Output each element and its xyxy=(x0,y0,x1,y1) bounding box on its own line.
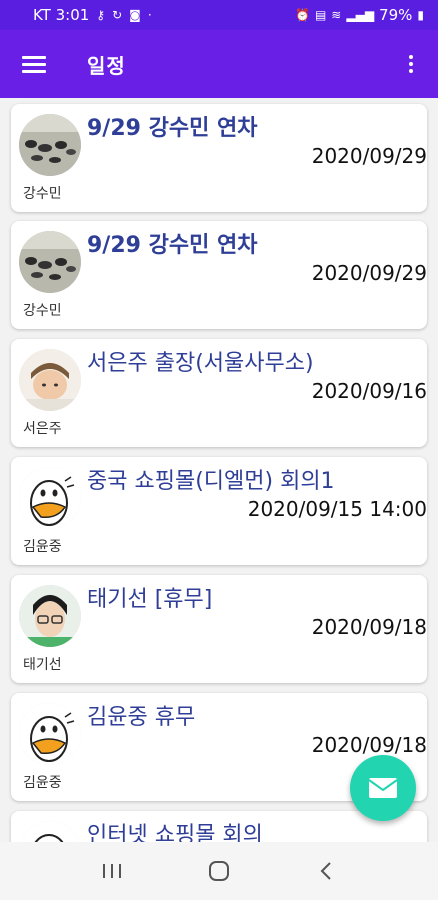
battery-icon: ▮ xyxy=(417,8,424,22)
recents-icon[interactable] xyxy=(92,851,132,891)
app-bar: 일정 xyxy=(0,30,438,98)
photo-avatar xyxy=(19,349,81,411)
schedule-date: 2020/09/18 xyxy=(311,733,427,757)
schedule-date: 2020/09/18 xyxy=(311,615,427,639)
battery-percent: 79% xyxy=(379,6,413,24)
author-name: 태기선 xyxy=(23,657,62,673)
author-name: 서은주 xyxy=(23,421,62,437)
key-icon: ⚷ xyxy=(96,8,106,22)
duck-avatar xyxy=(19,821,81,842)
author-name: 김윤중 xyxy=(23,539,62,555)
schedule-card[interactable]: 김윤중 중국 쇼핑몰(디엘먼) 회의1 2020/09/15 14:00 xyxy=(11,457,427,565)
author-name: 강수민 xyxy=(23,186,62,202)
chat-icon: ◙ xyxy=(129,8,141,22)
system-nav-bar xyxy=(0,842,438,900)
dot-icon: · xyxy=(147,8,152,22)
schedule-title: 서은주 출장(서울사무소) xyxy=(87,351,314,376)
page-title: 일정 xyxy=(87,53,126,78)
schedule-title: 인터넷 쇼핑몰 회의 xyxy=(87,823,263,842)
schedule-card[interactable]: 강수민 9/29 강수민 연차 2020/09/29 xyxy=(11,104,427,212)
carrier-time: KT 3:01 xyxy=(33,6,90,24)
photo-avatar xyxy=(19,231,81,293)
photo-avatar xyxy=(19,114,81,176)
status-bar: KT 3:01 ⚷ ↻ ◙ · ⏰ ▤ ≋ ▂▄▆ 79% ▮ xyxy=(0,0,438,30)
schedule-card[interactable]: 서은주 서은주 출장(서울사무소) 2020/09/16 xyxy=(11,339,427,447)
schedule-title: 중국 쇼핑몰(디엘먼) 회의1 xyxy=(87,469,335,494)
back-icon[interactable] xyxy=(306,851,346,891)
schedule-title: 9/29 강수민 연차 xyxy=(87,233,258,258)
schedule-card[interactable]: 강수민 9/29 강수민 연차 2020/09/29 xyxy=(11,221,427,329)
duck-avatar xyxy=(19,703,81,765)
mail-icon xyxy=(368,778,398,798)
volte-icon: ▤ xyxy=(314,8,327,22)
hamburger-menu-icon[interactable] xyxy=(22,52,58,77)
home-icon[interactable] xyxy=(199,851,239,891)
schedule-date: 2020/09/15 14:00 xyxy=(247,497,427,521)
duck-avatar xyxy=(19,467,81,529)
alarm-icon: ⏰ xyxy=(295,8,310,22)
wifi-icon: ≋ xyxy=(331,8,342,22)
sync-icon: ↻ xyxy=(112,8,123,22)
schedule-date: 2020/09/16 xyxy=(311,379,427,403)
schedule-date: 2020/09/29 xyxy=(311,144,427,168)
schedule-title: 김윤중 휴무 xyxy=(87,705,196,730)
more-vert-icon[interactable] xyxy=(406,55,416,73)
schedule-title: 9/29 강수민 연차 xyxy=(87,116,258,141)
author-name: 김윤중 xyxy=(23,775,62,791)
schedule-title: 태기선 [휴무] xyxy=(87,587,213,612)
schedule-card[interactable]: 태기선 태기선 [휴무] 2020/09/18 xyxy=(11,575,427,683)
schedule-list[interactable]: 강수민 9/29 강수민 연차 2020/09/29 강수민 9/29 강수민 … xyxy=(0,98,438,842)
photo-avatar xyxy=(19,585,81,647)
compose-mail-button[interactable] xyxy=(350,755,416,821)
author-name: 강수민 xyxy=(23,303,62,319)
schedule-date: 2020/09/29 xyxy=(311,261,427,285)
signal-icon: ▂▄▆ xyxy=(346,8,375,22)
